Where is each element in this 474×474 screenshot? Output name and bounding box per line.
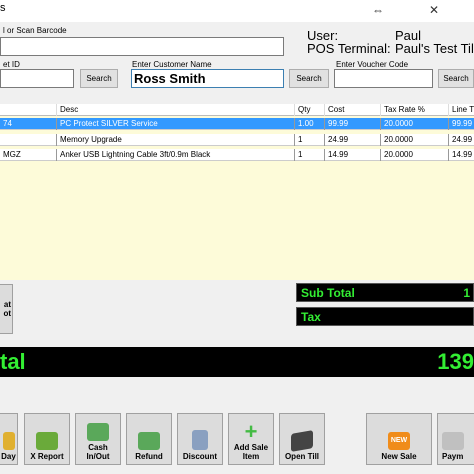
row-cost: 99.99: [324, 118, 380, 130]
discount-button[interactable]: Discount: [177, 413, 223, 465]
calendar-icon: [2, 432, 15, 450]
refund-button[interactable]: Refund: [126, 413, 172, 465]
total-box: tal 139: [0, 347, 474, 377]
row-desc: Memory Upgrade: [56, 134, 294, 146]
column-header-desc[interactable]: Desc: [56, 104, 294, 116]
scan-barcode-label: l or Scan Barcode: [3, 26, 67, 35]
subtotal-value: 1: [463, 285, 470, 300]
subtotal-label: Sub Total: [301, 285, 355, 300]
window-title: s: [0, 2, 6, 14]
tax-box: Tax: [296, 307, 474, 326]
voucher-code-input[interactable]: [334, 69, 433, 88]
tax-label: Tax: [301, 309, 321, 324]
terminal-value: Paul's Test Till: [395, 41, 474, 56]
table-row[interactable]: 74 PC Protect SILVER Service 1.00 99.99 …: [0, 118, 474, 130]
column-header-cost[interactable]: Cost: [324, 104, 380, 116]
new-badge-icon: NEW: [388, 432, 410, 450]
refund-icon: [138, 432, 160, 450]
search-voucher-button[interactable]: Search: [438, 69, 474, 88]
payment-label: Paym: [442, 452, 464, 461]
plus-icon: +: [244, 419, 258, 444]
end-of-day-label: Day: [1, 452, 16, 461]
row-qty: 1: [294, 134, 324, 146]
new-sale-button[interactable]: NEW New Sale: [366, 413, 432, 465]
total-label: tal: [0, 349, 26, 374]
voucher-code-label: Enter Voucher Code: [336, 60, 409, 69]
row-desc: PC Protect SILVER Service: [56, 118, 294, 130]
cash-icon: [87, 423, 109, 441]
row-tax-rate: 20.0000: [380, 118, 448, 130]
x-report-button[interactable]: X Report: [24, 413, 70, 465]
row-line-total: 14.99: [448, 149, 474, 161]
terminal-label: POS Terminal:: [307, 41, 391, 56]
payment-icon: [442, 432, 464, 450]
basket-id-input[interactable]: [0, 69, 74, 88]
column-header-qty[interactable]: Qty: [294, 104, 324, 116]
row-desc: Anker USB Lightning Cable 3ft/0.9m Black: [56, 149, 294, 161]
search-basket-button[interactable]: Search: [80, 69, 118, 88]
restore-icon[interactable]: ⇔: [364, 0, 392, 20]
row-line-total: 99.99: [448, 118, 474, 130]
table-row[interactable]: Memory Upgrade 1 24.99 20.0000 24.99: [0, 134, 474, 146]
column-header-line-total[interactable]: Line T: [448, 104, 474, 116]
cash-in-out-button[interactable]: Cash In/Out: [75, 413, 121, 465]
subtotal-box: Sub Total 1: [296, 283, 474, 302]
scan-barcode-input[interactable]: [0, 37, 284, 56]
customer-name-input[interactable]: Ross Smith: [131, 69, 284, 88]
table-row[interactable]: MGZ Anker USB Lightning Cable 3ft/0.9m B…: [0, 149, 474, 161]
x-report-label: X Report: [30, 452, 64, 461]
row-tax-rate: 20.0000: [380, 134, 448, 146]
column-header-tax-rate[interactable]: Tax Rate %: [380, 104, 448, 116]
refund-label: Refund: [135, 452, 163, 461]
calculator-icon: [192, 430, 208, 450]
row-line-total: 24.99: [448, 134, 474, 146]
side-button-line2: ot: [3, 309, 11, 318]
row-qty: 1: [294, 149, 324, 161]
search-customer-button[interactable]: Search: [289, 69, 329, 88]
total-value: 139: [437, 349, 474, 374]
add-sale-item-button[interactable]: + Add Sale Item: [228, 413, 274, 465]
till-icon: [291, 430, 313, 452]
row-code: MGZ: [3, 150, 21, 159]
sale-items-grid[interactable]: [0, 104, 474, 280]
side-action-button[interactable]: at ot: [0, 284, 13, 334]
row-tax-rate: 20.0000: [380, 149, 448, 161]
discount-label: Discount: [182, 452, 218, 461]
report-icon: [36, 432, 58, 450]
row-code: 74: [3, 119, 12, 128]
payment-button[interactable]: Paym: [437, 413, 474, 465]
grid-header: Desc Qty Cost Tax Rate % Line T: [0, 104, 474, 116]
basket-id-label: et ID: [3, 60, 20, 69]
open-till-label: Open Till: [284, 452, 320, 461]
row-qty: 1.00: [294, 118, 324, 130]
row-cost: 14.99: [324, 149, 380, 161]
end-of-day-button[interactable]: Day: [0, 413, 18, 465]
close-icon[interactable]: ✕: [420, 0, 448, 20]
row-code: [0, 134, 56, 146]
side-button-line1: at: [3, 300, 11, 309]
column-header-code[interactable]: [0, 104, 56, 116]
customer-name-label: Enter Customer Name: [132, 60, 212, 69]
open-till-button[interactable]: Open Till: [279, 413, 325, 465]
title-bar: s ⇔ ✕: [0, 0, 474, 22]
add-sale-item-label: Add Sale Item: [233, 443, 269, 461]
row-cost: 24.99: [324, 134, 380, 146]
cash-in-out-label: Cash In/Out: [86, 443, 110, 461]
new-sale-label: New Sale: [381, 452, 417, 461]
